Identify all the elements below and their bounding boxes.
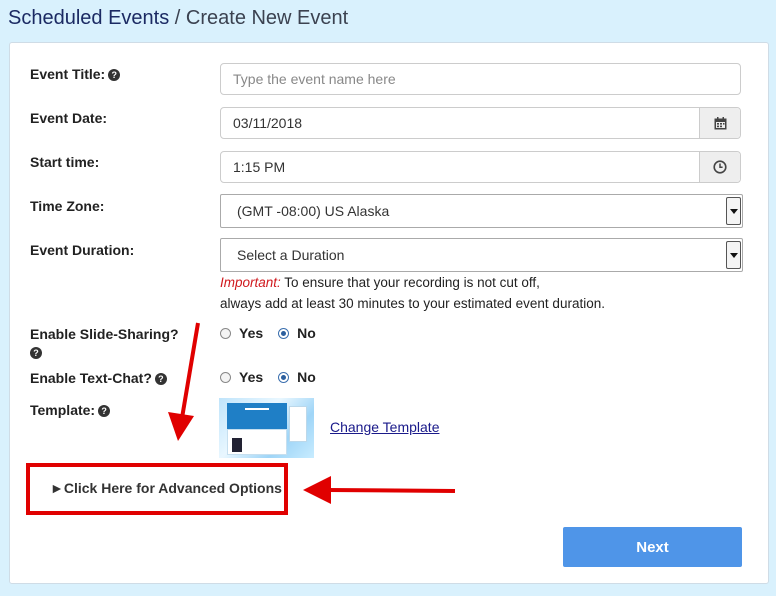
advanced-options-toggle[interactable]: ►Click Here for Advanced Options [50, 480, 282, 496]
duration-note: Important: To ensure that your recording… [220, 272, 605, 314]
breadcrumb-parent[interactable]: Scheduled Events [8, 7, 169, 29]
time-zone-select[interactable]: (GMT -08:00) US Alaska [220, 194, 743, 228]
time-zone-value: (GMT -08:00) US Alaska [237, 203, 390, 219]
help-icon[interactable]: ? [108, 69, 121, 81]
event-form-card: Event Title:? Type the event name here E… [9, 42, 769, 584]
event-duration-label: Event Duration: [30, 242, 135, 258]
slide-sharing-options: Yes No [220, 325, 331, 341]
template-thumbnail[interactable] [219, 398, 314, 458]
text-chat-label: Enable Text-Chat?? [30, 369, 167, 387]
text-chat-yes-label[interactable]: Yes [239, 369, 263, 385]
event-date-value: 03/11/2018 [233, 115, 303, 131]
change-template-link[interactable]: Change Template [330, 419, 439, 435]
thumbnail-header [227, 403, 287, 429]
text-chat-no-radio[interactable] [278, 371, 290, 383]
clock-icon [713, 160, 727, 174]
slide-sharing-label: Enable Slide-Sharing? ? [30, 326, 179, 359]
clock-button[interactable] [699, 152, 740, 182]
slide-sharing-no-label[interactable]: No [297, 325, 316, 341]
breadcrumb: Scheduled Events / Create New Event [8, 6, 348, 30]
template-label: Template:? [30, 401, 111, 419]
start-time-input[interactable]: 1:15 PM [220, 151, 741, 183]
chevron-down-icon[interactable] [726, 197, 741, 225]
calendar-icon [714, 116, 726, 129]
slide-sharing-no-radio[interactable] [278, 327, 290, 339]
text-chat-yes-radio[interactable] [220, 371, 231, 383]
event-title-label: Event Title:? [30, 65, 121, 83]
duration-note-line2: always add at least 30 minutes to your e… [220, 296, 605, 311]
help-icon[interactable]: ? [30, 347, 42, 359]
thumbnail-sidebar [289, 406, 307, 442]
duration-note-line1: To ensure that your recording is not cut… [280, 275, 540, 290]
text-chat-options: Yes No [220, 369, 331, 385]
help-icon[interactable]: ? [154, 373, 167, 385]
event-date-input[interactable]: 03/11/2018 [220, 107, 741, 139]
calendar-button[interactable] [699, 108, 740, 138]
start-time-value: 1:15 PM [233, 159, 286, 175]
event-title-placeholder: Type the event name here [233, 71, 396, 87]
chevron-down-icon[interactable] [726, 241, 741, 269]
slide-sharing-yes-radio[interactable] [220, 327, 231, 339]
advanced-options-highlight: ►Click Here for Advanced Options [26, 463, 288, 515]
breadcrumb-current: Create New Event [185, 7, 349, 29]
event-title-input[interactable]: Type the event name here [220, 63, 741, 95]
slide-sharing-yes-label[interactable]: Yes [239, 325, 263, 341]
important-label: Important: [220, 275, 281, 290]
start-time-label: Start time: [30, 154, 100, 170]
event-duration-select[interactable]: Select a Duration [220, 238, 743, 272]
breadcrumb-separator: / [169, 7, 186, 29]
time-zone-label: Time Zone: [30, 198, 105, 214]
event-duration-value: Select a Duration [237, 247, 345, 263]
event-date-label: Event Date: [30, 110, 108, 126]
thumbnail-body [227, 429, 287, 455]
text-chat-no-label[interactable]: No [297, 369, 316, 385]
help-icon[interactable]: ? [98, 405, 111, 417]
next-button[interactable]: Next [563, 527, 742, 567]
